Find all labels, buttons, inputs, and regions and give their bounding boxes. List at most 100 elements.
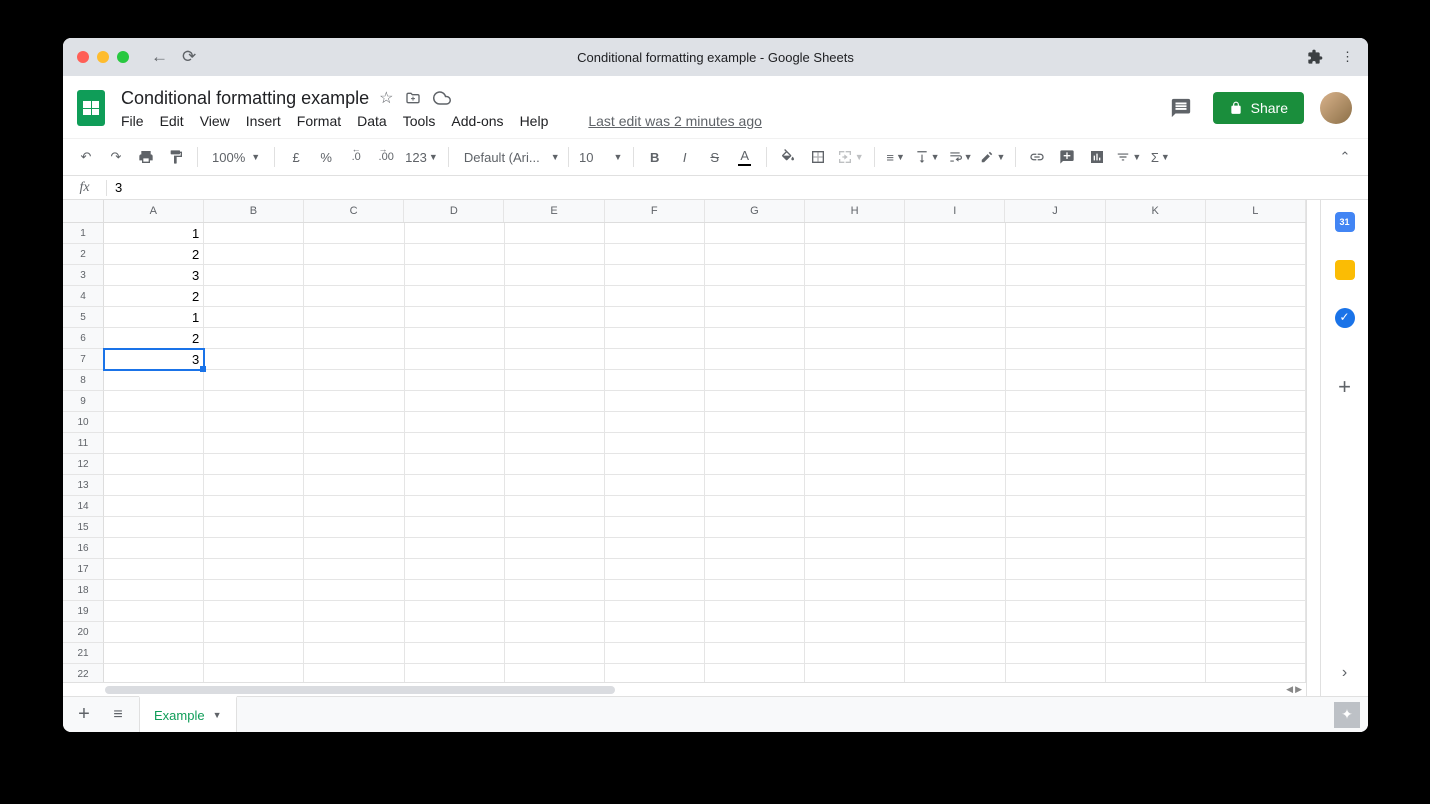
sheets-logo-icon[interactable] <box>73 84 109 132</box>
cell[interactable] <box>1206 244 1306 265</box>
cell[interactable] <box>405 538 505 559</box>
browser-back-button[interactable]: ← <box>151 47 168 67</box>
font-size-select[interactable]: 10▼ <box>577 144 625 170</box>
column-header-i[interactable]: I <box>905 200 1005 222</box>
cell[interactable] <box>1106 664 1206 682</box>
cell[interactable] <box>1206 475 1306 496</box>
cell[interactable] <box>304 496 404 517</box>
cell[interactable] <box>905 223 1005 244</box>
cell[interactable] <box>1206 538 1306 559</box>
cell[interactable] <box>1106 349 1206 370</box>
cell[interactable] <box>705 454 805 475</box>
cell[interactable] <box>304 475 404 496</box>
calendar-icon[interactable] <box>1335 212 1355 232</box>
cell[interactable] <box>805 580 905 601</box>
cell[interactable] <box>204 664 304 682</box>
cell[interactable] <box>104 496 204 517</box>
redo-button[interactable]: ↷ <box>103 144 129 170</box>
cell[interactable] <box>605 307 705 328</box>
cell[interactable] <box>1006 223 1106 244</box>
cell[interactable] <box>505 433 605 454</box>
cell[interactable] <box>605 475 705 496</box>
row-header[interactable]: 17 <box>63 559 104 580</box>
cell[interactable] <box>605 244 705 265</box>
cell[interactable] <box>605 349 705 370</box>
cloud-status-icon[interactable] <box>433 91 451 105</box>
sheet-tab-menu-icon[interactable]: ▼ <box>213 710 222 720</box>
row-header[interactable]: 19 <box>63 601 104 622</box>
cell[interactable] <box>1006 349 1106 370</box>
collapse-toolbar-button[interactable]: ⌃ <box>1332 144 1358 170</box>
cell[interactable] <box>705 601 805 622</box>
cell[interactable] <box>605 643 705 664</box>
cell[interactable] <box>1206 286 1306 307</box>
cell[interactable] <box>1006 664 1106 682</box>
cell[interactable] <box>204 517 304 538</box>
insert-link-button[interactable] <box>1024 144 1050 170</box>
cell[interactable] <box>905 244 1005 265</box>
percent-button[interactable]: % <box>313 144 339 170</box>
cell[interactable] <box>1106 328 1206 349</box>
text-wrap-button[interactable]: ▼ <box>946 144 975 170</box>
cell[interactable] <box>304 286 404 307</box>
cell[interactable] <box>805 433 905 454</box>
cell[interactable] <box>204 496 304 517</box>
cell[interactable] <box>1006 265 1106 286</box>
row-header[interactable]: 13 <box>63 475 104 496</box>
cell[interactable] <box>405 349 505 370</box>
cell[interactable] <box>905 349 1005 370</box>
vertical-scrollbar[interactable] <box>1306 200 1320 696</box>
cell[interactable] <box>304 664 404 682</box>
cell[interactable] <box>1106 622 1206 643</box>
window-close-button[interactable] <box>77 51 89 63</box>
cell[interactable] <box>605 580 705 601</box>
share-button[interactable]: Share <box>1213 92 1304 124</box>
cell[interactable] <box>605 286 705 307</box>
cell[interactable] <box>204 286 304 307</box>
window-minimize-button[interactable] <box>97 51 109 63</box>
row-header[interactable]: 7 <box>63 349 104 370</box>
cell[interactable] <box>304 349 404 370</box>
cell[interactable] <box>705 643 805 664</box>
cell[interactable] <box>1206 307 1306 328</box>
cell[interactable] <box>505 307 605 328</box>
cell[interactable] <box>905 328 1005 349</box>
cell[interactable] <box>104 454 204 475</box>
cell[interactable] <box>405 517 505 538</box>
cell[interactable]: 3 <box>104 349 204 370</box>
cell[interactable] <box>405 601 505 622</box>
sheet-tab-example[interactable]: Example ▼ <box>139 696 237 732</box>
cell[interactable] <box>905 496 1005 517</box>
cell[interactable] <box>905 601 1005 622</box>
select-all-corner[interactable] <box>63 200 104 222</box>
cell[interactable] <box>1206 433 1306 454</box>
cell[interactable] <box>1006 538 1106 559</box>
cell[interactable] <box>905 580 1005 601</box>
zoom-select[interactable]: 100%▼ <box>206 150 266 165</box>
cell[interactable] <box>1206 517 1306 538</box>
extensions-icon[interactable] <box>1307 49 1323 65</box>
menu-addons[interactable]: Add-ons <box>451 113 503 129</box>
hide-side-panel-button[interactable]: › <box>1342 664 1347 682</box>
cell[interactable] <box>505 643 605 664</box>
cell[interactable]: 2 <box>104 286 204 307</box>
number-format-button[interactable]: 123▼ <box>403 144 440 170</box>
menu-view[interactable]: View <box>200 113 230 129</box>
cell[interactable] <box>1206 412 1306 433</box>
cell[interactable] <box>405 412 505 433</box>
row-header[interactable]: 4 <box>63 286 104 307</box>
cell[interactable] <box>905 412 1005 433</box>
print-button[interactable] <box>133 144 159 170</box>
cell[interactable] <box>304 538 404 559</box>
cell[interactable] <box>204 433 304 454</box>
cell[interactable] <box>805 475 905 496</box>
cell[interactable] <box>505 454 605 475</box>
cell[interactable] <box>805 601 905 622</box>
cell[interactable] <box>405 307 505 328</box>
row-header[interactable]: 10 <box>63 412 104 433</box>
cell[interactable] <box>204 265 304 286</box>
cell[interactable] <box>805 370 905 391</box>
cell[interactable] <box>1106 412 1206 433</box>
cell[interactable] <box>805 328 905 349</box>
cell[interactable] <box>1006 517 1106 538</box>
